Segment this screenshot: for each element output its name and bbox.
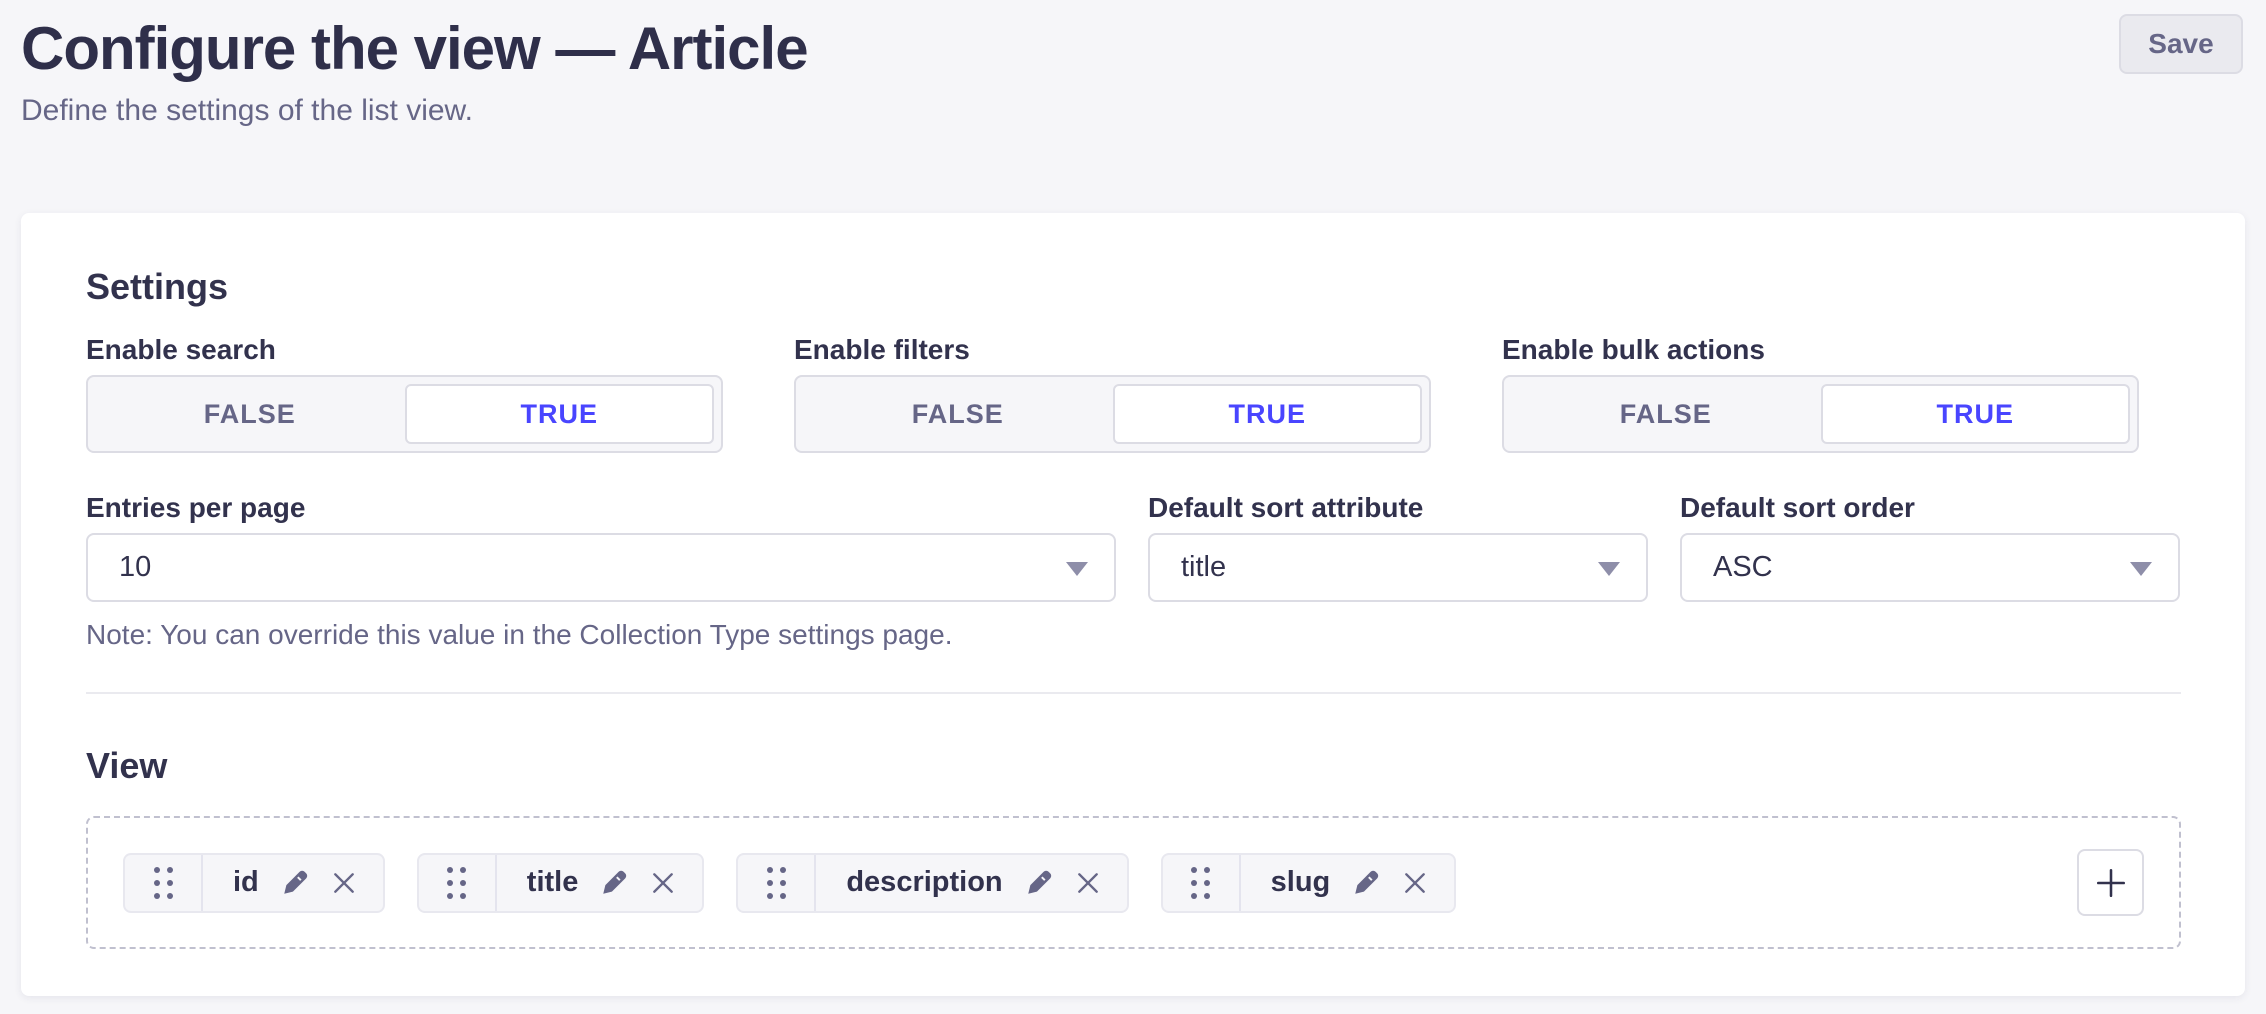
caret-down-icon <box>2130 562 2152 576</box>
page-title: Configure the view — Article <box>21 16 2243 82</box>
field-label: Enable bulk actions <box>1502 333 2139 367</box>
add-icon <box>2094 866 2128 900</box>
drag-handle-icon[interactable] <box>1163 855 1241 911</box>
chip-label: title <box>527 866 579 899</box>
settings-heading: Settings <box>86 265 2181 309</box>
entries-note: Note: You can override this value in the… <box>86 618 1116 652</box>
default-sort-order-select[interactable]: ASC <box>1680 533 2180 602</box>
toggle-false-option[interactable]: FALSE <box>803 384 1113 444</box>
section-divider <box>86 692 2181 694</box>
caret-down-icon <box>1598 562 1620 576</box>
selected-value: ASC <box>1713 551 1773 584</box>
edit-icon[interactable] <box>600 869 628 897</box>
entries-per-page-select[interactable]: 10 <box>86 533 1116 602</box>
selected-value: title <box>1181 551 1226 584</box>
field-label: Enable search <box>86 333 723 367</box>
remove-icon[interactable] <box>1075 870 1101 896</box>
field-chip-title[interactable]: title <box>417 853 705 913</box>
toggle-true-option[interactable]: TRUE <box>1821 384 2131 444</box>
drag-handle-icon[interactable] <box>419 855 497 911</box>
add-field-button[interactable] <box>2077 849 2144 916</box>
enable-search-toggle[interactable]: FALSE TRUE <box>86 375 723 453</box>
page-header: Configure the view — Article Define the … <box>0 0 2266 130</box>
field-default-sort-order: Default sort order ASC <box>1680 491 2180 652</box>
remove-icon[interactable] <box>331 870 357 896</box>
chip-label: slug <box>1271 866 1331 899</box>
edit-icon[interactable] <box>281 869 309 897</box>
field-chip-description[interactable]: description <box>736 853 1128 913</box>
field-label: Default sort attribute <box>1148 491 1648 525</box>
enable-filters-toggle[interactable]: FALSE TRUE <box>794 375 1431 453</box>
toggle-true-option[interactable]: TRUE <box>1113 384 1423 444</box>
field-chip-slug[interactable]: slug <box>1161 853 1457 913</box>
selected-value: 10 <box>119 551 151 584</box>
page-subtitle: Define the settings of the list view. <box>21 92 2243 130</box>
field-label: Enable filters <box>794 333 1431 367</box>
enable-bulk-actions-toggle[interactable]: FALSE TRUE <box>1502 375 2139 453</box>
view-fields-dropzone: id title <box>86 816 2181 949</box>
toggle-false-option[interactable]: FALSE <box>1511 384 1821 444</box>
field-chip-id[interactable]: id <box>123 853 385 913</box>
default-sort-attribute-select[interactable]: title <box>1148 533 1648 602</box>
field-entries-per-page: Entries per page 10 Note: You can overri… <box>86 491 1116 652</box>
toggle-true-option[interactable]: TRUE <box>405 384 715 444</box>
view-heading: View <box>86 744 2181 788</box>
save-button[interactable]: Save <box>2119 14 2243 74</box>
drag-handle-icon[interactable] <box>125 855 203 911</box>
field-enable-filters: Enable filters FALSE TRUE <box>794 333 1431 453</box>
field-default-sort-attribute: Default sort attribute title <box>1148 491 1648 652</box>
drag-handle-icon[interactable] <box>738 855 816 911</box>
toggles-row: Enable search FALSE TRUE Enable filters … <box>86 333 2181 453</box>
field-label: Default sort order <box>1680 491 2180 525</box>
selects-row: Entries per page 10 Note: You can overri… <box>86 491 2181 652</box>
toggle-false-option[interactable]: FALSE <box>95 384 405 444</box>
field-enable-search: Enable search FALSE TRUE <box>86 333 723 453</box>
field-enable-bulk-actions: Enable bulk actions FALSE TRUE <box>1502 333 2139 453</box>
edit-icon[interactable] <box>1352 869 1380 897</box>
field-label: Entries per page <box>86 491 1116 525</box>
settings-card: Settings Enable search FALSE TRUE Enable… <box>21 213 2245 996</box>
chip-label: id <box>233 866 259 899</box>
chip-label: description <box>846 866 1002 899</box>
edit-icon[interactable] <box>1025 869 1053 897</box>
remove-icon[interactable] <box>650 870 676 896</box>
caret-down-icon <box>1066 562 1088 576</box>
remove-icon[interactable] <box>1402 870 1428 896</box>
